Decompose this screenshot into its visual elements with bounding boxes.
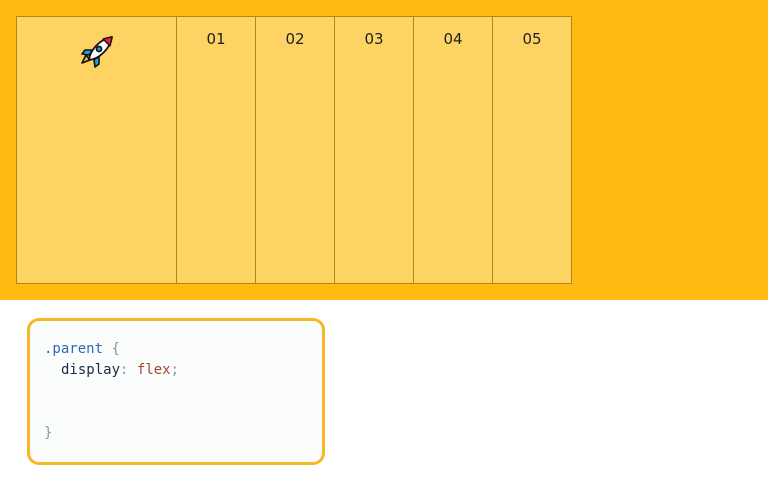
flex-item-03: 03 — [334, 16, 414, 284]
css-code-card: .parent { display: flex; } — [27, 318, 325, 465]
open-brace: { — [111, 341, 120, 357]
code-line-blank-2 — [44, 402, 322, 423]
flex-item-01: 01 — [176, 16, 256, 284]
flex-item-05: 05 — [492, 16, 572, 284]
code-line-selector: .parent { — [44, 339, 322, 360]
flex-item-rocket — [16, 16, 177, 284]
semicolon: ; — [170, 362, 180, 378]
close-brace: } — [44, 425, 53, 441]
code-line-declaration: display: flex; — [44, 360, 322, 381]
flex-parent-container: 01 02 03 04 05 — [16, 16, 572, 284]
flex-item-02: 02 — [255, 16, 335, 284]
colon: : — [120, 362, 129, 378]
css-selector: .parent — [44, 341, 104, 357]
css-property: display — [61, 362, 121, 378]
css-value: flex — [136, 362, 171, 378]
code-line-blank-1 — [44, 381, 322, 402]
rocket-icon — [78, 33, 116, 71]
flex-demo-stage: 01 02 03 04 05 — [0, 0, 768, 300]
code-line-close: } — [44, 423, 322, 444]
flex-item-04: 04 — [413, 16, 493, 284]
